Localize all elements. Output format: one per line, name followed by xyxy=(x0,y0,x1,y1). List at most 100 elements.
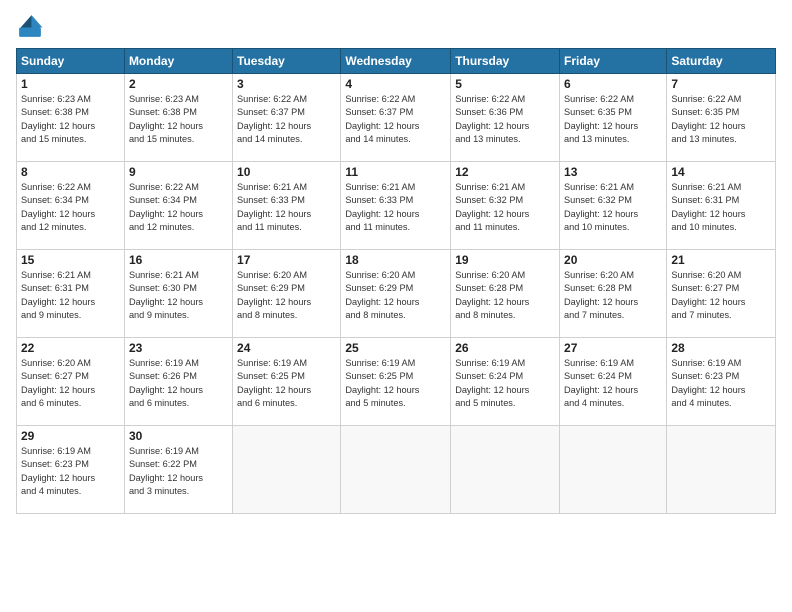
day-number: 8 xyxy=(21,165,120,179)
day-number: 21 xyxy=(671,253,771,267)
weekday-header-wednesday: Wednesday xyxy=(341,49,451,74)
day-number: 3 xyxy=(237,77,336,91)
calendar-cell: 24 Sunrise: 6:19 AM Sunset: 6:25 PM Dayli… xyxy=(233,338,341,426)
weekday-header-thursday: Thursday xyxy=(451,49,560,74)
calendar-cell: 11Sunrise: 6:21 AM Sunset: 6:33 PM Dayli… xyxy=(341,162,451,250)
calendar-week-5: 29Sunrise: 6:19 AM Sunset: 6:23 PM Dayli… xyxy=(17,426,776,514)
calendar-table: SundayMondayTuesdayWednesdayThursdayFrid… xyxy=(16,48,776,514)
calendar-cell: 10Sunrise: 6:21 AM Sunset: 6:33 PM Dayli… xyxy=(233,162,341,250)
calendar-cell: 6Sunrise: 6:22 AM Sunset: 6:35 PM Daylig… xyxy=(560,74,667,162)
day-info: Sunrise: 6:21 AM Sunset: 6:32 PM Dayligh… xyxy=(564,181,662,234)
calendar-header: SundayMondayTuesdayWednesdayThursdayFrid… xyxy=(17,49,776,74)
day-info: Sunrise: 6:20 AM Sunset: 6:27 PM Dayligh… xyxy=(671,269,771,322)
day-number: 12 xyxy=(455,165,555,179)
page: SundayMondayTuesdayWednesdayThursdayFrid… xyxy=(0,0,792,612)
day-number: 26 xyxy=(455,341,555,355)
calendar-cell: 19 Sunrise: 6:20 AM Sunset: 6:28 PM Dayli… xyxy=(451,250,560,338)
day-number: 10 xyxy=(237,165,336,179)
calendar-cell: 16 Sunrise: 6:21 AM Sunset: 6:30 PM Dayli… xyxy=(124,250,232,338)
day-number: 20 xyxy=(564,253,662,267)
day-number: 28 xyxy=(671,341,771,355)
calendar-cell: 29Sunrise: 6:19 AM Sunset: 6:23 PM Dayli… xyxy=(17,426,125,514)
day-info: Sunrise: 6:22 AM Sunset: 6:35 PM Dayligh… xyxy=(671,93,771,146)
calendar-cell: 12 Sunrise: 6:21 AM Sunset: 6:32 PM Dayli… xyxy=(451,162,560,250)
day-info: Sunrise: 6:19 AM Sunset: 6:23 PM Dayligh… xyxy=(671,357,771,410)
day-info: Sunrise: 6:22 AM Sunset: 6:34 PM Dayligh… xyxy=(21,181,120,234)
day-number: 9 xyxy=(129,165,228,179)
weekday-header-saturday: Saturday xyxy=(667,49,776,74)
day-info: Sunrise: 6:20 AM Sunset: 6:28 PM Dayligh… xyxy=(455,269,555,322)
calendar-cell: 17Sunrise: 6:20 AM Sunset: 6:29 PM Dayli… xyxy=(233,250,341,338)
day-number: 14 xyxy=(671,165,771,179)
day-number: 2 xyxy=(129,77,228,91)
day-info: Sunrise: 6:20 AM Sunset: 6:29 PM Dayligh… xyxy=(237,269,336,322)
day-info: Sunrise: 6:21 AM Sunset: 6:30 PM Dayligh… xyxy=(129,269,228,322)
logo-icon xyxy=(16,12,44,40)
calendar-cell xyxy=(560,426,667,514)
calendar-cell: 2 Sunrise: 6:23 AM Sunset: 6:38 PM Daylig… xyxy=(124,74,232,162)
calendar-cell: 15 Sunrise: 6:21 AM Sunset: 6:31 PM Dayli… xyxy=(17,250,125,338)
day-number: 5 xyxy=(455,77,555,91)
weekday-header-tuesday: Tuesday xyxy=(233,49,341,74)
day-info: Sunrise: 6:19 AM Sunset: 6:25 PM Dayligh… xyxy=(237,357,336,410)
day-number: 23 xyxy=(129,341,228,355)
calendar-cell: 8 Sunrise: 6:22 AM Sunset: 6:34 PM Daylig… xyxy=(17,162,125,250)
calendar-cell xyxy=(451,426,560,514)
calendar-cell: 5 Sunrise: 6:22 AM Sunset: 6:36 PM Daylig… xyxy=(451,74,560,162)
day-info: Sunrise: 6:21 AM Sunset: 6:31 PM Dayligh… xyxy=(21,269,120,322)
calendar-cell xyxy=(341,426,451,514)
day-number: 27 xyxy=(564,341,662,355)
day-number: 22 xyxy=(21,341,120,355)
day-info: Sunrise: 6:19 AM Sunset: 6:26 PM Dayligh… xyxy=(129,357,228,410)
day-number: 18 xyxy=(345,253,446,267)
calendar-cell: 9 Sunrise: 6:22 AM Sunset: 6:34 PM Daylig… xyxy=(124,162,232,250)
day-info: Sunrise: 6:22 AM Sunset: 6:37 PM Dayligh… xyxy=(237,93,336,146)
day-number: 24 xyxy=(237,341,336,355)
weekday-header-monday: Monday xyxy=(124,49,232,74)
calendar-cell: 1 Sunrise: 6:23 AM Sunset: 6:38 PM Daylig… xyxy=(17,74,125,162)
day-number: 16 xyxy=(129,253,228,267)
calendar-cell xyxy=(233,426,341,514)
day-number: 7 xyxy=(671,77,771,91)
calendar-week-2: 8 Sunrise: 6:22 AM Sunset: 6:34 PM Daylig… xyxy=(17,162,776,250)
calendar-week-3: 15 Sunrise: 6:21 AM Sunset: 6:31 PM Dayli… xyxy=(17,250,776,338)
day-info: Sunrise: 6:19 AM Sunset: 6:24 PM Dayligh… xyxy=(455,357,555,410)
header xyxy=(16,12,776,40)
logo xyxy=(16,12,48,40)
day-number: 1 xyxy=(21,77,120,91)
day-info: Sunrise: 6:21 AM Sunset: 6:31 PM Dayligh… xyxy=(671,181,771,234)
calendar-cell: 18 Sunrise: 6:20 AM Sunset: 6:29 PM Dayli… xyxy=(341,250,451,338)
day-info: Sunrise: 6:22 AM Sunset: 6:34 PM Dayligh… xyxy=(129,181,228,234)
day-number: 19 xyxy=(455,253,555,267)
calendar-body: 1 Sunrise: 6:23 AM Sunset: 6:38 PM Daylig… xyxy=(17,74,776,514)
weekday-header-sunday: Sunday xyxy=(17,49,125,74)
weekday-header-friday: Friday xyxy=(560,49,667,74)
calendar-cell: 7 Sunrise: 6:22 AM Sunset: 6:35 PM Daylig… xyxy=(667,74,776,162)
day-info: Sunrise: 6:20 AM Sunset: 6:28 PM Dayligh… xyxy=(564,269,662,322)
day-info: Sunrise: 6:20 AM Sunset: 6:29 PM Dayligh… xyxy=(345,269,446,322)
calendar-cell: 25Sunrise: 6:19 AM Sunset: 6:25 PM Dayli… xyxy=(341,338,451,426)
day-info: Sunrise: 6:23 AM Sunset: 6:38 PM Dayligh… xyxy=(129,93,228,146)
day-info: Sunrise: 6:19 AM Sunset: 6:25 PM Dayligh… xyxy=(345,357,446,410)
day-number: 13 xyxy=(564,165,662,179)
calendar-cell xyxy=(667,426,776,514)
day-number: 15 xyxy=(21,253,120,267)
day-info: Sunrise: 6:20 AM Sunset: 6:27 PM Dayligh… xyxy=(21,357,120,410)
day-info: Sunrise: 6:21 AM Sunset: 6:32 PM Dayligh… xyxy=(455,181,555,234)
calendar-cell: 3 Sunrise: 6:22 AM Sunset: 6:37 PM Daylig… xyxy=(233,74,341,162)
calendar-cell: 28 Sunrise: 6:19 AM Sunset: 6:23 PM Dayli… xyxy=(667,338,776,426)
day-info: Sunrise: 6:19 AM Sunset: 6:24 PM Dayligh… xyxy=(564,357,662,410)
calendar-cell: 14 Sunrise: 6:21 AM Sunset: 6:31 PM Dayli… xyxy=(667,162,776,250)
calendar-cell: 23 Sunrise: 6:19 AM Sunset: 6:26 PM Dayli… xyxy=(124,338,232,426)
calendar-cell: 26 Sunrise: 6:19 AM Sunset: 6:24 PM Dayli… xyxy=(451,338,560,426)
day-info: Sunrise: 6:22 AM Sunset: 6:36 PM Dayligh… xyxy=(455,93,555,146)
calendar-cell: 30Sunrise: 6:19 AM Sunset: 6:22 PM Dayli… xyxy=(124,426,232,514)
calendar-cell: 22 Sunrise: 6:20 AM Sunset: 6:27 PM Dayli… xyxy=(17,338,125,426)
calendar-cell: 27 Sunrise: 6:19 AM Sunset: 6:24 PM Dayli… xyxy=(560,338,667,426)
day-info: Sunrise: 6:19 AM Sunset: 6:23 PM Dayligh… xyxy=(21,445,120,498)
day-info: Sunrise: 6:23 AM Sunset: 6:38 PM Dayligh… xyxy=(21,93,120,146)
calendar-week-4: 22 Sunrise: 6:20 AM Sunset: 6:27 PM Dayli… xyxy=(17,338,776,426)
calendar-cell: 21 Sunrise: 6:20 AM Sunset: 6:27 PM Dayli… xyxy=(667,250,776,338)
weekday-row: SundayMondayTuesdayWednesdayThursdayFrid… xyxy=(17,49,776,74)
calendar-cell: 20 Sunrise: 6:20 AM Sunset: 6:28 PM Dayli… xyxy=(560,250,667,338)
